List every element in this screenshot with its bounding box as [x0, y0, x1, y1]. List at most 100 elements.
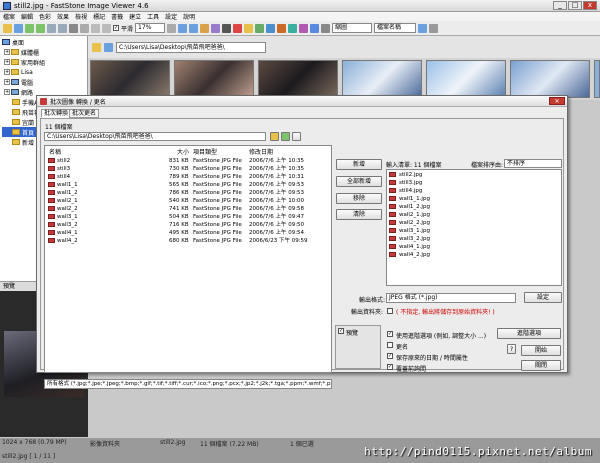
expand-icon[interactable]: + [4, 89, 10, 95]
capture-icon[interactable] [310, 23, 320, 33]
refresh-icon[interactable] [104, 42, 113, 52]
add-button[interactable]: 新增 [336, 159, 382, 170]
col-date[interactable]: 修改日期 [249, 147, 273, 156]
file-filter-select[interactable]: 所有格式 (*.jpg;*.jpe;*.jpeg;*.bmp;*.gif;*.t… [44, 379, 332, 389]
file-row[interactable]: wall4_1 495 KB FastStone JPG File 2006/7/6 … [45, 229, 331, 237]
tab-batch-convert[interactable]: 批次轉換 [41, 109, 72, 118]
browse-icon[interactable] [14, 23, 23, 33]
menu-settings[interactable]: 設定 [165, 12, 177, 21]
col-size[interactable]: 大小 [177, 147, 189, 156]
ask-overwrite-checkbox[interactable]: ✓ [387, 364, 393, 370]
file-row[interactable]: wall3_1 504 KB FastStone JPG File 2006/7/6 … [45, 213, 331, 221]
remove-button[interactable]: 移除 [336, 193, 382, 204]
format-settings-button[interactable]: 設定 [524, 292, 562, 303]
file-row[interactable]: wall4_2 680 KB FastStone JPG File 2006/6/23… [45, 237, 331, 245]
menu-tools[interactable]: 工具 [147, 12, 159, 21]
menu-help[interactable]: 說明 [183, 12, 195, 21]
maximize-button[interactable]: □ [568, 1, 582, 10]
crop-icon[interactable] [200, 23, 210, 33]
menu-create[interactable]: 建立 [129, 12, 141, 21]
thumbnail[interactable] [90, 60, 170, 98]
view-mode-select[interactable]: 縮圖 [332, 23, 373, 33]
file-row[interactable]: wall1_2 786 KB FastStone JPG File 2006/7/6 … [45, 189, 331, 197]
dialog-close-button[interactable]: ✕ [549, 97, 565, 105]
thumbnail[interactable] [510, 60, 590, 98]
thumbnail[interactable] [258, 60, 338, 98]
rotate-right-icon[interactable] [189, 23, 199, 33]
forward-icon[interactable] [36, 23, 45, 33]
expand-icon[interactable]: + [4, 69, 10, 75]
tree-item-desktop[interactable]: 桌面 [2, 37, 85, 47]
add-all-button[interactable]: 全部新增 [336, 176, 382, 187]
rename-checkbox[interactable] [387, 342, 393, 348]
help-icon[interactable]: ? [507, 344, 516, 354]
zoom-select[interactable]: 17% [135, 23, 166, 33]
expand-icon[interactable]: + [4, 59, 10, 65]
menu-tags[interactable]: 標記 [93, 12, 105, 21]
tree-item-computer[interactable]: + 電腦 [2, 77, 85, 87]
thumbnail-icon[interactable] [47, 23, 56, 33]
file-row[interactable]: wall2_2 741 KB FastStone JPG File 2006/7/6 … [45, 205, 331, 213]
col-type[interactable]: 項目類型 [193, 147, 217, 156]
sort-select[interactable]: 檔案名稱 [374, 23, 417, 33]
file-row[interactable]: still4 789 KB FastStone JPG File 2006/7/6 上… [45, 173, 331, 181]
close-window-button[interactable]: x [583, 1, 597, 10]
delete-icon[interactable] [233, 23, 243, 33]
file-row[interactable]: wall2_1 540 KB FastStone JPG File 2006/7/6 … [45, 197, 331, 205]
output-folder-checkbox[interactable] [387, 308, 393, 314]
menu-colors[interactable]: 色彩 [39, 12, 51, 21]
menu-effects[interactable]: 效果 [57, 12, 69, 21]
expand-icon[interactable]: + [4, 49, 10, 55]
file-row[interactable]: wall3_2 716 KB FastStone JPG File 2006/7/6 … [45, 221, 331, 229]
view-menu-icon[interactable] [292, 132, 301, 141]
thumbnail[interactable] [174, 60, 254, 98]
advanced-options-button[interactable]: 進階選項 [497, 328, 561, 339]
fullscreen-icon[interactable] [69, 23, 78, 33]
back-icon[interactable] [25, 23, 34, 33]
file-row[interactable]: still2 831 KB FastStone JPG File 2006/7/6 上… [45, 157, 331, 165]
browse-folder-icon[interactable] [270, 132, 279, 141]
expand-icon[interactable]: + [4, 79, 10, 85]
menu-favorites[interactable]: 書籤 [111, 12, 123, 21]
tree-item-library[interactable]: + 媒體櫃 [2, 47, 85, 57]
minimize-button[interactable]: _ [553, 1, 567, 10]
zoom-in-icon[interactable] [102, 23, 111, 33]
menu-edit[interactable]: 編輯 [21, 12, 33, 21]
rotate-left-icon[interactable] [178, 23, 188, 33]
list-view-icon[interactable] [58, 23, 67, 33]
menu-file[interactable]: 檔案 [3, 12, 15, 21]
tree-item-homegroup[interactable]: + 家用群組 [2, 57, 85, 67]
file-row[interactable]: wall1_1 565 KB FastStone JPG File 2006/7/6 … [45, 181, 331, 189]
compare-icon[interactable] [266, 23, 276, 33]
path-input[interactable]: C:\Users\Lisa\Desktop\飛苗飛吧爸爸\ [116, 41, 266, 53]
folder-up-icon[interactable] [92, 42, 101, 52]
print-icon[interactable] [321, 23, 331, 33]
dialog-path-input[interactable]: C:\Users\Lisa\Desktop\飛苗飛吧爸爸\ [44, 132, 266, 141]
zoom-out-icon[interactable] [91, 23, 100, 33]
advanced-options-checkbox[interactable]: ✓ [387, 331, 393, 337]
sort-direction-icon[interactable] [418, 23, 428, 33]
tree-item-lisa[interactable]: + Lisa [2, 67, 85, 77]
settings-icon[interactable] [429, 23, 439, 33]
output-format-select[interactable]: JPEG 格式 (*.jpg) [386, 293, 516, 303]
file-row[interactable]: still3 730 KB FastStone JPG File 2006/7/6 上… [45, 165, 331, 173]
tab-batch-rename[interactable]: 批次更名 [69, 109, 100, 118]
start-button[interactable]: 開始 [521, 345, 561, 356]
input-file-list[interactable]: still2.jpg still3.jpg still4.jpg wall1_1… [386, 169, 562, 286]
zoom-fit-icon[interactable] [167, 23, 177, 33]
thumbnail[interactable] [594, 60, 600, 98]
sort-order-select[interactable]: 不排序 [504, 159, 562, 168]
preview-checkbox[interactable]: ✓ [338, 328, 344, 334]
source-file-list[interactable]: 名稱 大小 項目類型 修改日期 still2 831 KB FastStone JP… [44, 145, 332, 373]
menu-view[interactable]: 檢視 [75, 12, 87, 21]
slideshow-icon[interactable] [244, 23, 254, 33]
close-button[interactable]: 關閉 [521, 360, 561, 371]
thumbnail[interactable] [426, 60, 506, 98]
clear-button[interactable]: 清除 [336, 209, 382, 220]
open-folder-icon[interactable] [3, 23, 12, 33]
window-view-icon[interactable] [80, 23, 89, 33]
folder-up-icon[interactable] [281, 132, 290, 141]
thumbnail[interactable] [342, 60, 422, 98]
col-name[interactable]: 名稱 [49, 147, 61, 156]
resize-icon[interactable] [211, 23, 221, 33]
